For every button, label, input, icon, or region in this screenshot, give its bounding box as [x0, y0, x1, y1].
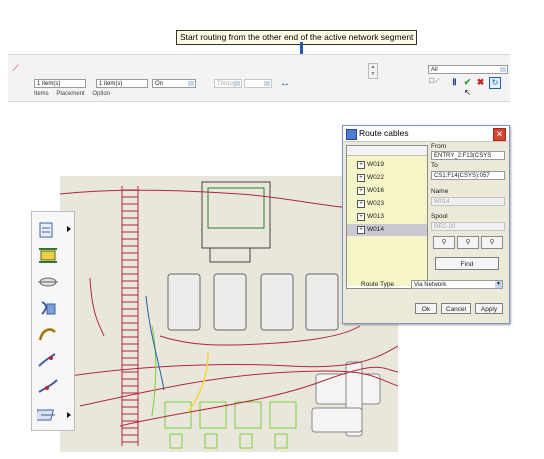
tab-items[interactable]: Items	[34, 91, 49, 97]
on-select[interactable]: On	[152, 79, 196, 88]
route-cables-dialog: Route cables ✕ + W019 + W022 + W016 + W023 +…	[342, 125, 510, 324]
harness-icon[interactable]	[37, 220, 70, 240]
reel-icon[interactable]	[37, 298, 59, 318]
bundle-icon[interactable]	[34, 404, 59, 424]
network-icon[interactable]	[37, 324, 59, 344]
to-icon: ⚲	[489, 239, 495, 246]
select-to-button[interactable]: ⚲	[481, 236, 503, 249]
location-icon: ⚲	[441, 239, 447, 246]
cable-list: + W019 + W022 + W016 + W023 + W013 + W014	[346, 145, 428, 289]
items-collector-2[interactable]: 1 item(s)	[96, 79, 148, 88]
to-field[interactable]: CS1:F14(CSYS):057	[431, 171, 505, 180]
cable-list-item[interactable]: + W023	[347, 198, 427, 210]
locate-icon[interactable]	[37, 272, 59, 292]
cable-tray	[121, 186, 139, 446]
chevron-down-icon[interactable]: ▼	[495, 281, 502, 288]
spool-label: Spool	[431, 213, 448, 220]
tooltip: Start routing from the other end of the …	[176, 30, 418, 45]
cable-list-item[interactable]: + W016	[347, 185, 427, 197]
ok-button[interactable]: Ok	[415, 303, 437, 314]
route-icon[interactable]: ⟋	[11, 64, 20, 73]
from-field[interactable]: ENTRY_2:F13(CSYS	[431, 151, 505, 160]
paste-icon[interactable]: ☐⟋	[428, 77, 440, 86]
name-field[interactable]: W014	[431, 197, 505, 206]
dashboard-tabs: Items Placement Option	[34, 91, 116, 97]
accept-icon[interactable]: ✔	[463, 78, 472, 87]
flip-direction-icon[interactable]: ↔	[280, 79, 290, 89]
flyout-arrow-icon[interactable]	[67, 226, 71, 232]
find-button[interactable]: Find	[435, 257, 499, 270]
close-icon[interactable]: ✕	[493, 128, 506, 141]
from-label: From	[431, 143, 447, 150]
spin-arrows-icon[interactable]: ▲ ▼	[368, 63, 378, 79]
cable-list-item[interactable]: + W013	[347, 211, 427, 223]
flyout-arrow-icon-2[interactable]	[67, 412, 71, 418]
select-from-button[interactable]: ⚲	[457, 236, 479, 249]
dialog-title: Route cables	[359, 128, 409, 138]
dialog-title-bar: Route cables ✕	[343, 126, 509, 142]
pause-icon[interactable]: Ⅱ	[450, 78, 459, 87]
through-select[interactable]: Through	[214, 79, 242, 88]
tab-option[interactable]: Option	[92, 91, 110, 97]
reverse-route-icon[interactable]: ↻	[489, 77, 501, 89]
filter-select[interactable]: All	[428, 65, 508, 74]
from-icon: ⚲	[465, 239, 471, 246]
cable-list-header	[347, 146, 427, 156]
to-label: To	[431, 162, 438, 169]
wire-end-icon[interactable]	[37, 350, 59, 370]
checkbox-icon[interactable]: +	[357, 161, 365, 169]
mouse-cursor-icon: ↖	[464, 88, 471, 97]
branch-icon[interactable]	[37, 376, 59, 396]
checkbox-icon[interactable]: +	[357, 200, 365, 208]
cable-list-item[interactable]: + W022	[347, 172, 427, 184]
cable-list-item[interactable]: + W019	[347, 159, 427, 171]
route-type-label: Route Type	[361, 281, 395, 288]
route-dashboard: ⟋ 1 item(s) 1 item(s) On Through ↔ ▲ ▼ Al…	[8, 54, 510, 102]
checkbox-icon[interactable]: +	[357, 187, 365, 195]
spool-select[interactable]: REC-20	[431, 222, 505, 231]
checkbox-icon[interactable]: +	[357, 174, 365, 182]
tab-placement[interactable]: Placement	[56, 91, 84, 97]
select-location-button[interactable]: ⚲	[433, 236, 455, 249]
items-collector-1[interactable]: 1 item(s)	[34, 79, 86, 88]
left-toolbar	[31, 211, 75, 431]
checkbox-icon[interactable]: +	[357, 213, 365, 221]
cable-icon[interactable]	[37, 245, 59, 265]
through-value[interactable]	[244, 79, 272, 88]
cancel-button[interactable]: Cancel	[441, 303, 471, 314]
cabinets	[167, 273, 339, 331]
checkbox-icon[interactable]: +	[357, 226, 365, 234]
connector-blocks	[164, 401, 297, 449]
route-type-select[interactable]: Via Network	[411, 280, 503, 289]
cable-list-item-selected[interactable]: + W014	[347, 224, 427, 236]
name-label: Name	[431, 188, 449, 195]
cancel-icon[interactable]: ✖	[476, 78, 485, 87]
dialog-icon	[346, 129, 357, 140]
apply-button[interactable]: Apply	[475, 303, 503, 314]
